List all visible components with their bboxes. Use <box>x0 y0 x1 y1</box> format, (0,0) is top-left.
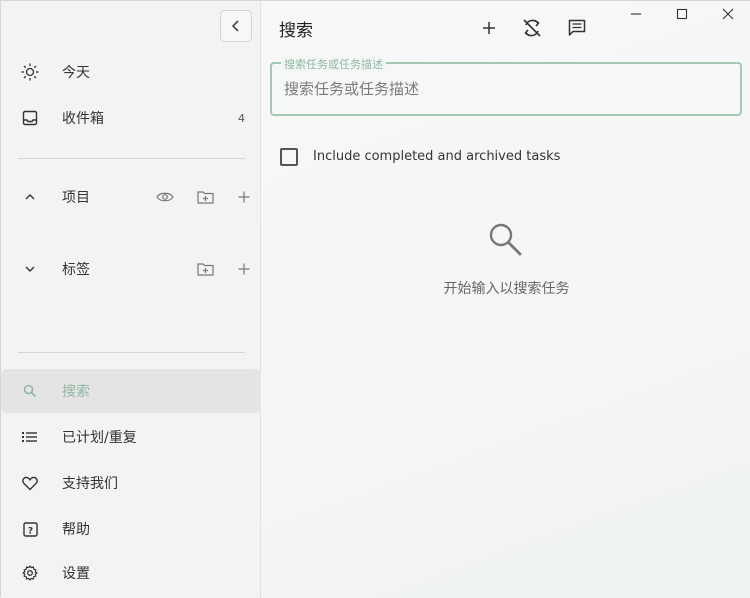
main-panel: 搜索 搜索任务或任务描述 Include completed and archi… <box>262 1 750 598</box>
search-input[interactable] <box>284 80 724 98</box>
list-icon <box>20 427 40 447</box>
sidebar-item-scheduled[interactable]: 已计划/重复 <box>1 415 261 459</box>
heart-icon <box>20 473 40 493</box>
maximize-button[interactable] <box>668 3 696 25</box>
search-field-label: 搜索任务或任务描述 <box>281 56 386 72</box>
sidebar-item-label: 收件箱 <box>62 111 104 127</box>
plus-icon <box>483 22 495 34</box>
sidebar-item-settings[interactable]: 设置 <box>1 551 261 595</box>
sidebar-item-label: 标签 <box>62 262 90 278</box>
include-completed-label[interactable]: Include completed and archived tasks <box>313 149 560 164</box>
add-tag-icon[interactable] <box>235 260 253 278</box>
sidebar-item-label: 搜索 <box>62 384 90 400</box>
close-icon <box>722 8 734 20</box>
sidebar-item-label: 设置 <box>62 566 90 582</box>
chevron-down-icon[interactable] <box>20 259 40 279</box>
minimize-icon <box>631 13 641 15</box>
new-folder-icon[interactable] <box>196 188 214 206</box>
sync-disabled-icon <box>523 19 541 37</box>
sidebar-divider <box>18 352 245 353</box>
close-button[interactable] <box>714 3 742 25</box>
chevron-left-icon <box>231 20 239 32</box>
sun-icon <box>20 62 40 82</box>
new-folder-icon[interactable] <box>196 260 214 278</box>
gear-icon <box>20 563 40 583</box>
include-completed-checkbox[interactable] <box>280 148 298 166</box>
collapse-sidebar-button[interactable] <box>220 10 252 42</box>
add-project-icon[interactable] <box>235 188 253 206</box>
empty-state-text: 开始输入以搜索任务 <box>443 281 570 297</box>
sidebar-item-label: 项目 <box>62 190 90 206</box>
help-icon: ? <box>20 519 40 539</box>
sidebar-item-search[interactable]: 搜索 <box>1 369 261 413</box>
sidebar-item-label: 帮助 <box>62 522 90 538</box>
minimize-button[interactable] <box>622 3 650 25</box>
sidebar-item-label: 支持我们 <box>62 476 118 492</box>
sidebar-divider <box>18 158 245 159</box>
sidebar-item-tags[interactable]: 标签 <box>1 247 261 291</box>
eye-icon[interactable] <box>156 188 174 206</box>
search-empty-icon <box>489 223 522 256</box>
sidebar-item-help[interactable]: ? 帮助 <box>1 507 261 551</box>
sync-off-button[interactable] <box>519 15 545 41</box>
chevron-up-icon[interactable] <box>20 187 40 207</box>
sidebar-item-label: 今天 <box>62 65 90 81</box>
sidebar-item-today[interactable]: 今天 <box>1 50 261 94</box>
svg-text:?: ? <box>27 526 32 536</box>
sidebar-item-label: 已计划/重复 <box>62 430 137 446</box>
add-task-button[interactable] <box>476 15 502 41</box>
page-title: 搜索 <box>279 21 313 41</box>
notes-button[interactable] <box>564 15 590 41</box>
sidebar: 今天 收件箱 4 项目 标签 搜索 已计划/重复 支持我们 ? 帮助 设置 <box>1 1 261 598</box>
inbox-count-badge: 4 <box>238 111 245 125</box>
inbox-icon <box>20 108 40 128</box>
sidebar-item-projects[interactable]: 项目 <box>1 175 261 219</box>
search-icon <box>20 381 40 401</box>
maximize-icon <box>676 8 688 20</box>
app-window: 今天 收件箱 4 项目 标签 搜索 已计划/重复 支持我们 ? 帮助 设置 搜索… <box>0 0 750 598</box>
comment-icon <box>568 19 586 36</box>
sidebar-item-inbox[interactable]: 收件箱 4 <box>1 96 261 140</box>
sidebar-item-support[interactable]: 支持我们 <box>1 461 261 505</box>
